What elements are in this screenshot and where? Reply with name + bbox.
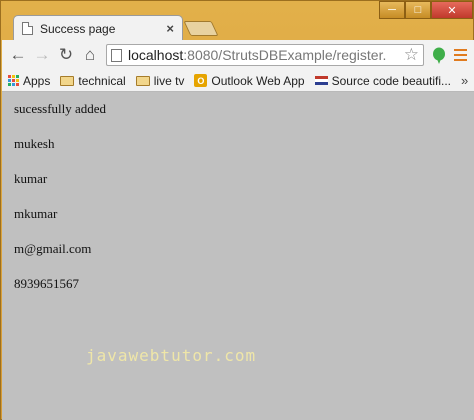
- new-tab-button[interactable]: [183, 21, 219, 36]
- email-value: m@gmail.com: [14, 241, 92, 256]
- url-text[interactable]: localhost:8080/StrutsDBExample/register.: [128, 47, 404, 63]
- page-icon: [111, 48, 122, 62]
- more-bookmarks-icon[interactable]: »: [461, 73, 468, 88]
- folder-icon: [60, 75, 75, 86]
- username-value: mkumar: [14, 206, 58, 221]
- bookmark-apps[interactable]: Apps: [8, 74, 50, 88]
- tab-title: Success page: [40, 21, 116, 36]
- status-message: sucessfully added: [14, 101, 107, 116]
- tab-close-icon[interactable]: ×: [166, 21, 174, 36]
- last-name-value: kumar: [14, 171, 48, 186]
- bookmark-label: live tv: [153, 73, 185, 88]
- back-arrow-icon[interactable]: ←: [6, 43, 30, 67]
- url-path: :8080/StrutsDBExample/register.: [183, 47, 387, 63]
- bookmarks-bar: Apps technical live tv O Outlook Web App…: [2, 70, 474, 92]
- outlook-icon: O: [194, 74, 208, 87]
- first-name-value: mukesh: [14, 136, 55, 151]
- bookmark-live-tv[interactable]: live tv: [135, 73, 185, 88]
- tab-success-page[interactable]: Success page ×: [13, 15, 183, 41]
- url-host: localhost: [128, 47, 184, 63]
- page-content: sucessfully added mukesh kumar mkumar m@…: [2, 92, 474, 420]
- close-window-button[interactable]: ✕: [431, 1, 473, 19]
- evernote-extension-icon[interactable]: [432, 47, 446, 64]
- bookmark-source-code[interactable]: Source code beautifi...: [314, 73, 452, 88]
- code-icon: [314, 76, 328, 85]
- window-controls: ─ □ ✕: [379, 1, 473, 19]
- browser-toolbar: ← → ↻ ⌂ localhost:8080/StrutsDBExample/r…: [2, 40, 474, 70]
- bookmark-label: Outlook Web App: [211, 73, 305, 88]
- minimize-button[interactable]: ─: [379, 1, 405, 19]
- phone-value: 8939651567: [14, 276, 79, 291]
- address-bar[interactable]: localhost:8080/StrutsDBExample/register.…: [106, 44, 424, 66]
- bookmark-label: technical: [78, 73, 126, 88]
- bookmark-label: Source code beautifi...: [331, 73, 452, 88]
- watermark-text: javawebtutor.com: [86, 346, 257, 365]
- maximize-button[interactable]: □: [405, 1, 431, 19]
- forward-arrow-icon[interactable]: →: [30, 43, 54, 67]
- menu-icon[interactable]: [450, 49, 470, 61]
- apps-icon: [8, 75, 19, 86]
- reload-icon[interactable]: ↻: [54, 43, 78, 67]
- tab-strip: Success page × ─ □ ✕: [1, 1, 474, 41]
- bookmark-outlook[interactable]: O Outlook Web App: [194, 73, 305, 88]
- document-icon: [22, 22, 33, 35]
- folder-icon: [135, 75, 150, 86]
- browser-window: Success page × ─ □ ✕ ← → ↻ ⌂ localhost:8…: [0, 0, 474, 420]
- bookmark-label: Apps: [23, 73, 51, 88]
- home-icon[interactable]: ⌂: [78, 43, 102, 67]
- bookmark-technical[interactable]: technical: [60, 73, 126, 88]
- bookmark-star-icon[interactable]: ☆: [404, 45, 419, 65]
